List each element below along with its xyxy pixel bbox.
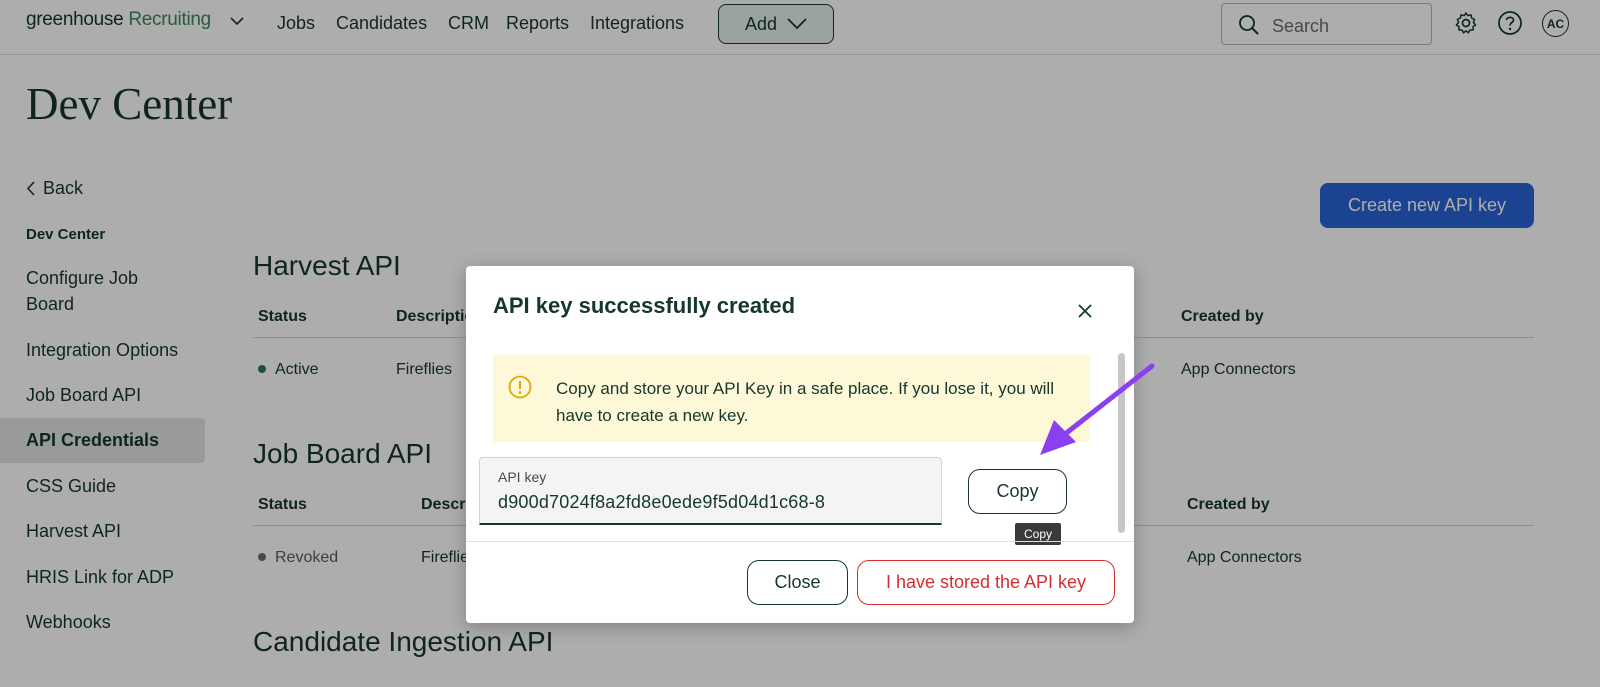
api-key-value[interactable]: d900d7024f8a2fd8e0ede9f5d04d1c68-8 <box>498 492 825 513</box>
divider <box>466 541 1134 542</box>
api-key-label: API key <box>498 469 547 485</box>
warning-alert: Copy and store your API Key in a safe pl… <box>493 355 1090 442</box>
alert-text: Copy and store your API Key in a safe pl… <box>556 379 1054 425</box>
warning-icon <box>508 375 532 399</box>
close-icon[interactable] <box>1076 302 1094 320</box>
close-button[interactable]: Close <box>747 560 848 605</box>
annotation-arrow-icon <box>1040 363 1155 455</box>
copy-button[interactable]: Copy <box>968 469 1067 514</box>
modal-title: API key successfully created <box>493 293 796 318</box>
stored-api-key-button[interactable]: I have stored the API key <box>857 560 1115 605</box>
api-key-field[interactable]: API key d900d7024f8a2fd8e0ede9f5d04d1c68… <box>479 457 942 525</box>
